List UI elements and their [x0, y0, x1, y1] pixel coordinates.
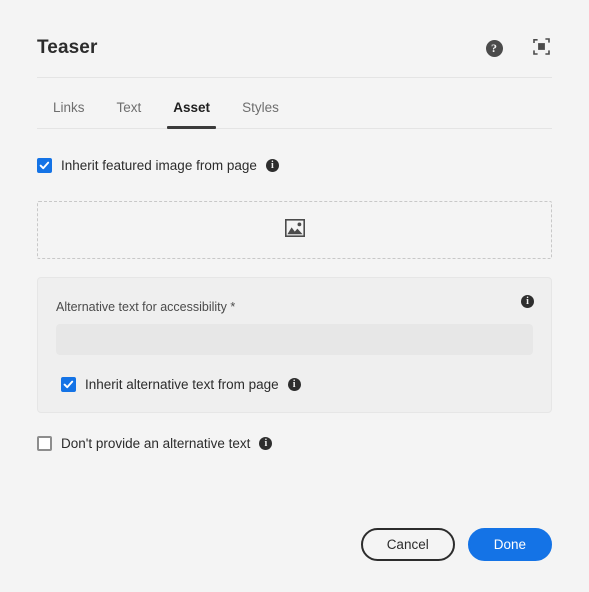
fullscreen-icon — [532, 37, 551, 59]
dialog-header: Teaser ? — [37, 0, 552, 72]
header-actions: ? — [483, 37, 552, 59]
cancel-button[interactable]: Cancel — [360, 528, 455, 561]
inherit-featured-image-label: Inherit featured image from page — [61, 158, 257, 173]
inherit-featured-image-row[interactable]: Inherit featured image from page i — [37, 158, 552, 173]
tab-asset[interactable]: Asset — [157, 94, 226, 129]
asset-dropzone[interactable] — [37, 201, 552, 259]
tab-styles[interactable]: Styles — [226, 94, 295, 128]
inherit-featured-image-checkbox[interactable] — [37, 158, 52, 173]
tab-list: Links Text Asset Styles — [37, 94, 552, 129]
inherit-alt-text-row[interactable]: Inherit alternative text from page i — [56, 377, 533, 392]
alt-text-field-label: Alternative text for accessibility * — [56, 300, 236, 314]
alternative-text-card: i Alternative text for accessibility * I… — [37, 277, 552, 413]
help-button[interactable]: ? — [483, 37, 505, 59]
info-icon[interactable]: i — [287, 378, 301, 391]
image-placeholder-icon — [284, 218, 305, 242]
page-title: Teaser — [37, 37, 98, 58]
info-icon[interactable]: i — [259, 437, 273, 450]
alt-text-input[interactable] — [56, 324, 533, 355]
inherit-alt-text-checkbox[interactable] — [61, 377, 76, 392]
done-button[interactable]: Done — [467, 528, 552, 561]
header-divider — [37, 77, 552, 78]
no-alt-text-checkbox[interactable] — [37, 436, 52, 451]
no-alt-text-label: Don't provide an alternative text — [61, 436, 251, 451]
dialog-footer: Cancel Done — [360, 528, 552, 561]
info-icon[interactable]: i — [265, 159, 279, 172]
info-icon[interactable]: i — [521, 295, 534, 308]
tab-links[interactable]: Links — [37, 94, 101, 128]
help-icon: ? — [485, 39, 503, 57]
tab-text[interactable]: Text — [101, 94, 158, 128]
no-alt-text-row[interactable]: Don't provide an alternative text i — [37, 436, 552, 451]
teaser-dialog: Teaser ? Links Text Asset Styles Inherit… — [0, 0, 589, 592]
fullscreen-button[interactable] — [530, 37, 552, 59]
inherit-alt-text-label: Inherit alternative text from page — [85, 377, 279, 392]
